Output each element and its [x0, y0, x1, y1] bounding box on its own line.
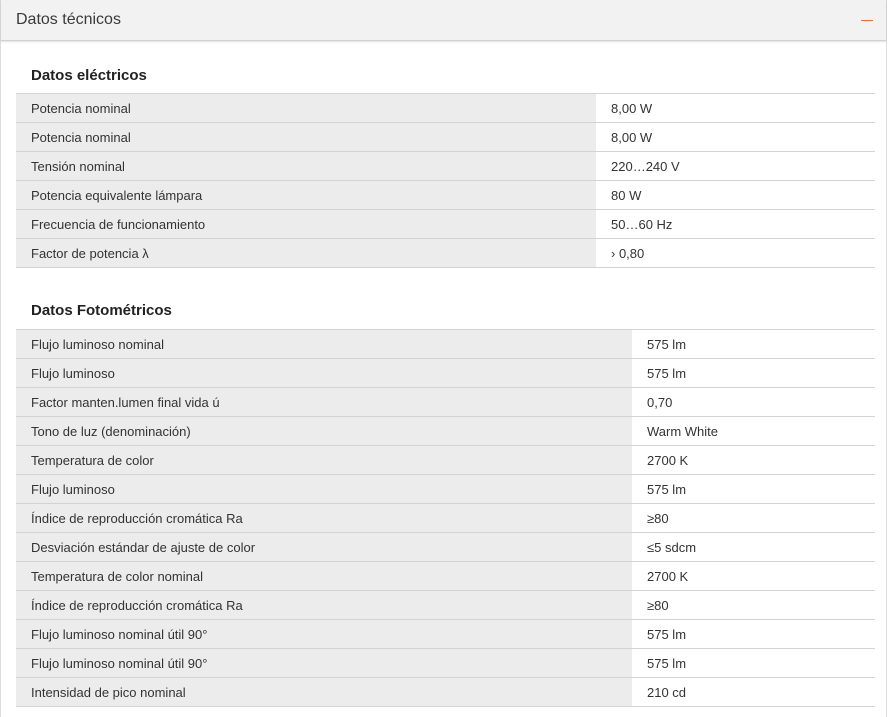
spec-value: 2700 K: [632, 561, 875, 591]
table-row: Factor de potencia λ › 0,80: [16, 238, 875, 268]
spec-label: Temperatura de color nominal: [16, 561, 632, 591]
spec-value: 220…240 V: [596, 151, 875, 181]
spec-value: Warm White: [632, 416, 875, 446]
spec-label: Desviación estándar de ajuste de color: [16, 532, 632, 562]
spec-value: 210 cd: [632, 677, 875, 707]
table-row: Temperatura de color nominal 2700 K: [16, 561, 875, 591]
spec-label: Factor de potencia λ: [16, 238, 596, 268]
technical-data-panel: Datos técnicos Datos eléctricos Potencia…: [0, 0, 887, 717]
table-row: Factor manten.lumen final vida ú 0,70: [16, 387, 875, 417]
spec-label: Intensidad de pico nominal: [16, 677, 632, 707]
spec-value: 575 lm: [632, 619, 875, 649]
section-title-electrical: Datos eléctricos: [31, 67, 147, 84]
spec-label: Tensión nominal: [16, 151, 596, 181]
table-row: Desviación estándar de ajuste de color ≤5…: [16, 532, 875, 562]
table-row: Flujo luminoso nominal 575 lm: [16, 329, 875, 359]
spec-value: 8,00 W: [596, 122, 875, 152]
table-row: Flujo luminoso nominal útil 90° 575 lm: [16, 619, 875, 649]
spec-label: Potencia nominal: [16, 93, 596, 123]
table-row: Potencia nominal 8,00 W: [16, 122, 875, 152]
spec-value: 50…60 Hz: [596, 209, 875, 239]
spec-value: ≥80: [632, 590, 875, 620]
table-row: Flujo luminoso 575 lm: [16, 358, 875, 388]
table-row: Índice de reproducción cromática Ra ≥80: [16, 503, 875, 533]
table-row: Flujo luminoso nominal útil 90° 575 lm: [16, 648, 875, 678]
spec-value: 0,70: [632, 387, 875, 417]
table-row: Índice de reproducción cromática Ra ≥80: [16, 590, 875, 620]
panel-title: Datos técnicos: [16, 11, 121, 28]
table-row: Frecuencia de funcionamiento 50…60 Hz: [16, 209, 875, 239]
table-row: Tono de luz (denominación) Warm White: [16, 416, 875, 446]
spec-label: Índice de reproducción cromática Ra: [16, 590, 632, 620]
table-row: Intensidad de pico nominal 210 cd: [16, 677, 875, 707]
panel-header[interactable]: Datos técnicos: [1, 0, 886, 41]
spec-value: 8,00 W: [596, 93, 875, 123]
spec-value: 575 lm: [632, 648, 875, 678]
spec-label: Índice de reproducción cromática Ra: [16, 503, 632, 533]
table-row: Flujo luminoso 575 lm: [16, 474, 875, 504]
spec-value: 80 W: [596, 180, 875, 210]
spec-value: ≥80: [632, 503, 875, 533]
spec-value: 575 lm: [632, 329, 875, 359]
table-row: Tensión nominal 220…240 V: [16, 151, 875, 181]
spec-label: Flujo luminoso nominal útil 90°: [16, 648, 632, 678]
table-row: Temperatura de color 2700 K: [16, 445, 875, 475]
spec-value: 575 lm: [632, 358, 875, 388]
spec-label: Frecuencia de funcionamiento: [16, 209, 596, 239]
spec-value: › 0,80: [596, 238, 875, 268]
spec-label: Potencia nominal: [16, 122, 596, 152]
spec-value: 575 lm: [632, 474, 875, 504]
table-row: Potencia nominal 8,00 W: [16, 93, 875, 123]
section-title-photometric: Datos Fotométricos: [31, 302, 172, 319]
electrical-data-table: Potencia nominal 8,00 W Potencia nominal 8,…: [16, 93, 875, 268]
spec-label: Flujo luminoso: [16, 474, 632, 504]
spec-label: Flujo luminoso: [16, 358, 632, 388]
table-row: Potencia equivalente lámpara 80 W: [16, 180, 875, 210]
photometric-data-table: Flujo luminoso nominal 575 lm Flujo lumino…: [16, 329, 875, 707]
spec-label: Temperatura de color: [16, 445, 632, 475]
spec-value: 2700 K: [632, 445, 875, 475]
spec-label: Potencia equivalente lámpara: [16, 180, 596, 210]
spec-value: ≤5 sdcm: [632, 532, 875, 562]
spec-label: Factor manten.lumen final vida ú: [16, 387, 632, 417]
spec-label: Flujo luminoso nominal útil 90°: [16, 619, 632, 649]
spec-label: Flujo luminoso nominal: [16, 329, 632, 359]
spec-label: Tono de luz (denominación): [16, 416, 632, 446]
collapse-icon[interactable]: [861, 19, 873, 21]
